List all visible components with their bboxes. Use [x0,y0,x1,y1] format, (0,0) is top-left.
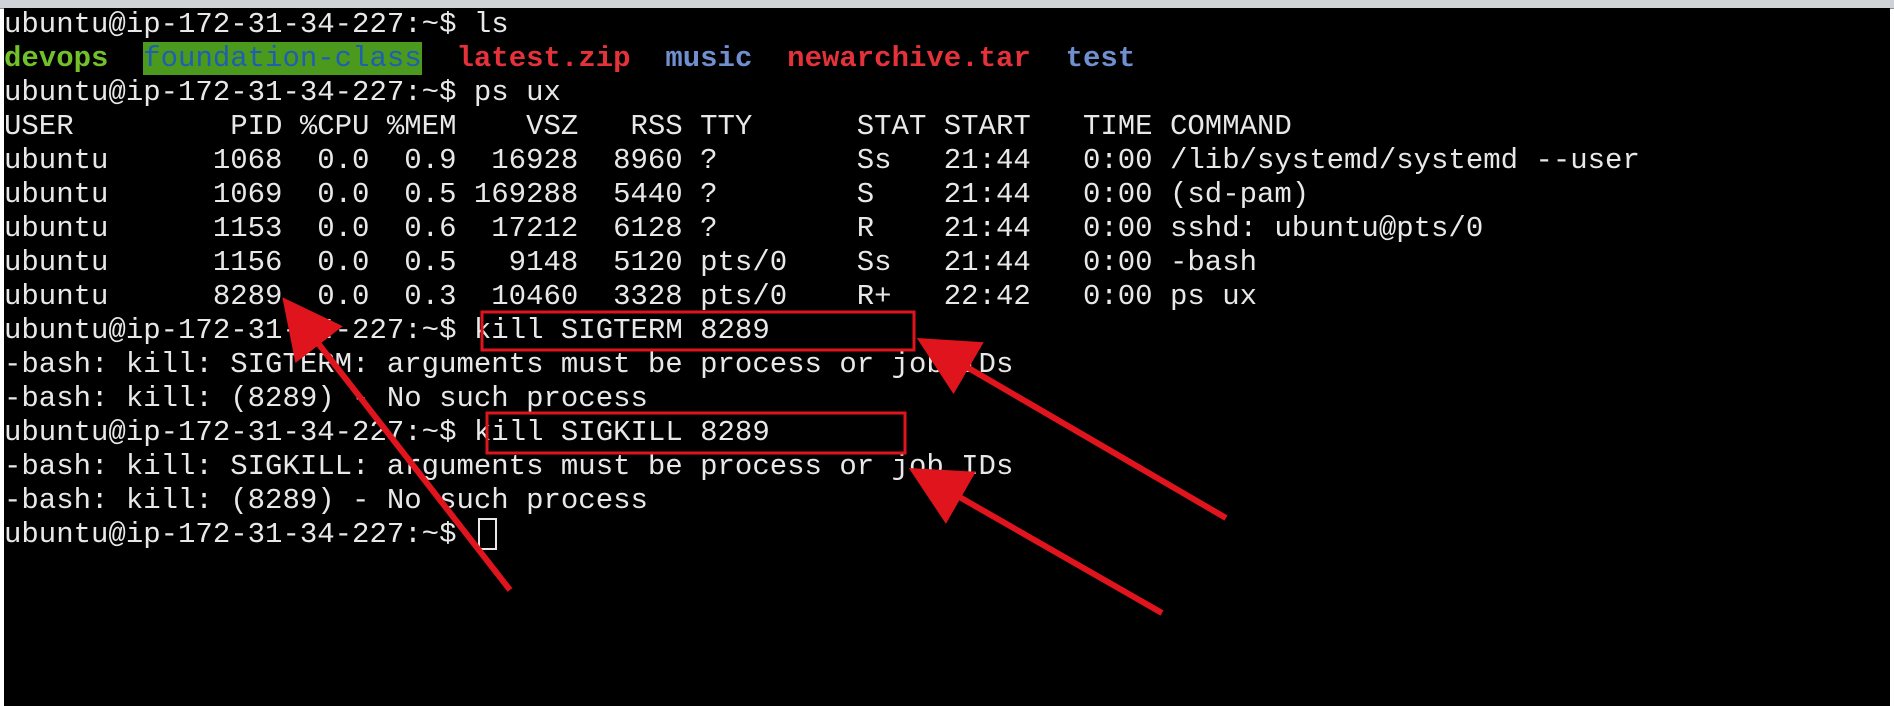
terminal-line: ubuntu 1068 0.0 0.9 16928 8960 ? Ss 21:4… [4,144,1640,178]
shell-prompt: ubuntu@ip-172-31-34-227:~$ [4,314,474,347]
terminal-line: -bash: kill: (8289) - No such process [4,382,1640,416]
terminal-line: -bash: kill: SIGKILL: arguments must be … [4,450,1640,484]
terminal-line: ubuntu@ip-172-31-34-227:~$ ps ux [4,76,1640,110]
terminal-output: ubuntu@ip-172-31-34-227:~$ ls devops foun… [4,8,1640,552]
ls-entry: foundation-class [143,42,422,75]
ls-entry: newarchive.tar [787,42,1031,75]
output-text: ubuntu 1156 0.0 0.5 9148 5120 pts/0 Ss 2… [4,246,1258,279]
terminal-line: USER PID %CPU %MEM VSZ RSS TTY STAT STAR… [4,110,1640,144]
terminal-line: devops foundation-class latest.zip music… [4,42,1640,76]
ls-entry: devops [4,42,109,75]
shell-prompt: ubuntu@ip-172-31-34-227:~$ [4,416,474,449]
output-text: ubuntu 8289 0.0 0.3 10460 3328 pts/0 R+ … [4,280,1258,313]
terminal-line: ubuntu 1069 0.0 0.5 169288 5440 ? S 21:4… [4,178,1640,212]
shell-prompt: ubuntu@ip-172-31-34-227:~$ [4,8,474,41]
shell-command: ls [473,8,509,41]
terminal-line: ubuntu@ip-172-31-34-227:~$ kill SIGKILL … [4,416,1640,450]
terminal-line: -bash: kill: (8289) - No such process [4,484,1640,518]
ls-entry: test [1065,42,1136,75]
output-text: -bash: kill: SIGKILL: arguments must be … [4,450,1014,483]
shell-command: kill SIGKILL 8289 [473,416,770,449]
ls-entry: latest.zip [456,42,631,75]
output-text: -bash: kill: SIGTERM: arguments must be … [4,348,1014,381]
text-cursor[interactable] [477,518,497,551]
shell-command: kill SIGTERM 8289 [473,314,770,347]
shell-prompt: ubuntu@ip-172-31-34-227:~$ [4,518,474,551]
output-text: ubuntu 1153 0.0 0.6 17212 6128 ? R 21:44… [4,212,1484,245]
terminal-line: -bash: kill: SIGTERM: arguments must be … [4,348,1640,382]
terminal-window[interactable]: ubuntu@ip-172-31-34-227:~$ ls devops foun… [4,8,1890,706]
ls-entry: music [665,42,753,75]
terminal-line: ubuntu 1156 0.0 0.5 9148 5120 pts/0 Ss 2… [4,246,1640,280]
shell-command: ps ux [473,76,561,109]
output-text: ubuntu 1068 0.0 0.9 16928 8960 ? Ss 21:4… [4,144,1640,177]
output-text: ubuntu 1069 0.0 0.5 169288 5440 ? S 21:4… [4,178,1310,211]
terminal-line: ubuntu@ip-172-31-34-227:~$ [4,518,1640,552]
shell-prompt: ubuntu@ip-172-31-34-227:~$ [4,76,474,109]
terminal-line: ubuntu@ip-172-31-34-227:~$ kill SIGTERM … [4,314,1640,348]
output-text: USER PID %CPU %MEM VSZ RSS TTY STAT STAR… [4,110,1292,143]
output-text: -bash: kill: (8289) - No such process [4,382,648,415]
terminal-line: ubuntu 8289 0.0 0.3 10460 3328 pts/0 R+ … [4,280,1640,314]
terminal-line: ubuntu 1153 0.0 0.6 17212 6128 ? R 21:44… [4,212,1640,246]
output-text: -bash: kill: (8289) - No such process [4,484,648,517]
terminal-line: ubuntu@ip-172-31-34-227:~$ ls [4,8,1640,42]
